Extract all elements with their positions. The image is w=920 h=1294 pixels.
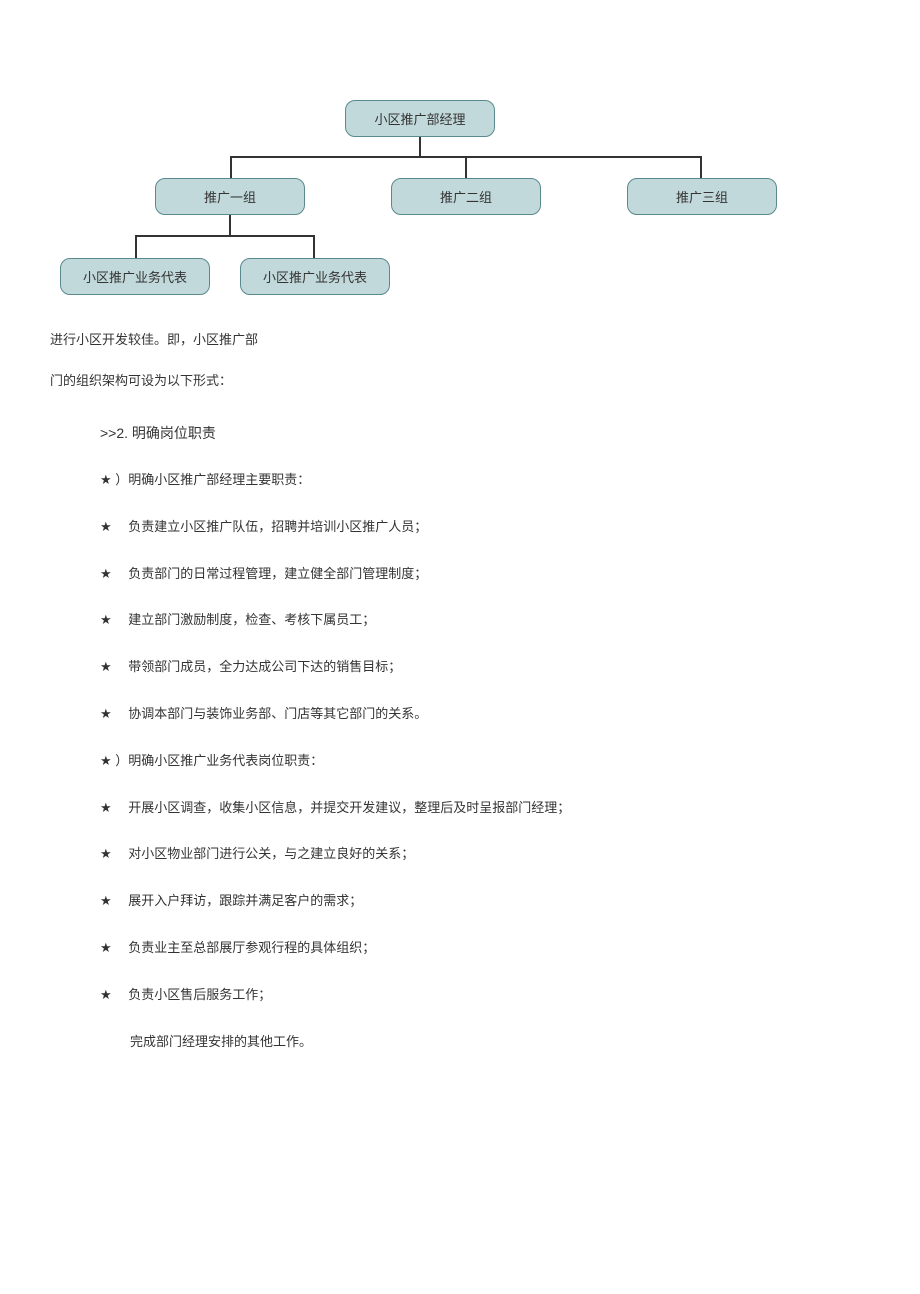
bullet-text: 建立部门激励制度，检查、考核下属员工； [115, 610, 375, 631]
bullet-item: ★ 协调本部门与装饰业务部、门店等其它部门的关系。 [100, 704, 870, 725]
bullet-item: ★ ）明确小区推广业务代表岗位职责： [100, 751, 870, 772]
bullet-text: ）明确小区推广业务代表岗位职责： [115, 751, 323, 772]
bullet-item: ★ 负责小区售后服务工作； [100, 985, 870, 1006]
star-icon: ★ [100, 519, 112, 534]
heading-text: 明确岗位职责 [132, 425, 216, 441]
org-node-group3: 推广三组 [627, 178, 777, 215]
bullet-item: ★ 负责业主至总部展厅参观行程的具体组织； [100, 938, 870, 959]
bullet-item: ★ ）明确小区推广部经理主要职责： [100, 470, 870, 491]
body-text: 进行小区开发较佳。即，小区推广部 门的组织架构可设为以下形式： >>2. 明确岗… [50, 330, 870, 1052]
bullet-item: ★ 负责部门的日常过程管理，建立健全部门管理制度； [100, 564, 870, 585]
star-icon: ★ [100, 940, 112, 955]
bullet-text: 展开入户拜访，跟踪并满足客户的需求； [115, 891, 362, 912]
connector [135, 235, 137, 258]
bullet-text: ）明确小区推广部经理主要职责： [115, 470, 310, 491]
bullet-text: 协调本部门与装饰业务部、门店等其它部门的关系。 [115, 704, 427, 725]
star-icon: ★ [100, 893, 112, 908]
org-node-group1: 推广一组 [155, 178, 305, 215]
connector [135, 235, 315, 237]
star-icon: ★ [100, 800, 112, 815]
bullet-text: 负责业主至总部展厅参观行程的具体组织； [115, 938, 375, 959]
star-icon: ★ [100, 472, 112, 487]
bullet-item: ★ 建立部门激励制度，检查、考核下属员工； [100, 610, 870, 631]
bullet-item: ★ 对小区物业部门进行公关，与之建立良好的关系； [100, 844, 870, 865]
connector [465, 156, 467, 178]
org-node-leaf1: 小区推广业务代表 [60, 258, 210, 295]
bullet-text: 对小区物业部门进行公关，与之建立良好的关系； [115, 844, 414, 865]
org-node-leaf2: 小区推广业务代表 [240, 258, 390, 295]
star-icon: ★ [100, 659, 112, 674]
bullet-text: 负责建立小区推广队伍，招聘并培训小区推广人员； [115, 517, 427, 538]
heading-marker: >>2. [100, 425, 128, 441]
bullet-text: 负责小区售后服务工作； [115, 985, 271, 1006]
star-icon: ★ [100, 566, 112, 581]
org-node-group2: 推广二组 [391, 178, 541, 215]
paragraph: 门的组织架构可设为以下形式： [50, 371, 870, 392]
connector [230, 156, 232, 178]
connector [700, 156, 702, 178]
bullet-text: 开展小区调查，收集小区信息，并提交开发建议，整理后及时呈报部门经理； [115, 798, 570, 819]
section-heading: >>2. 明确岗位职责 [100, 422, 870, 444]
star-icon: ★ [100, 706, 112, 721]
connector [313, 235, 315, 258]
star-icon: ★ [100, 612, 112, 627]
bullet-item: ★ 负责建立小区推广队伍，招聘并培训小区推广人员； [100, 517, 870, 538]
org-node-root: 小区推广部经理 [345, 100, 495, 137]
document-page: 小区推广部经理 推广一组 推广二组 推广三组 小区推广业务代表 小区推广业务代表… [0, 100, 920, 1132]
bullet-item: ★ 展开入户拜访，跟踪并满足客户的需求； [100, 891, 870, 912]
bullet-text: 带领部门成员，全力达成公司下达的销售目标； [115, 657, 401, 678]
star-icon: ★ [100, 987, 112, 1002]
star-icon: ★ [100, 753, 112, 768]
bullet-item: ★ 带领部门成员，全力达成公司下达的销售目标； [100, 657, 870, 678]
paragraph: 进行小区开发较佳。即，小区推广部 [50, 330, 870, 351]
org-chart: 小区推广部经理 推广一组 推广二组 推广三组 小区推广业务代表 小区推广业务代表 [50, 100, 870, 320]
bullet-item: ★ 开展小区调查，收集小区信息，并提交开发建议，整理后及时呈报部门经理； [100, 798, 870, 819]
final-paragraph: 完成部门经理安排的其他工作。 [130, 1032, 870, 1053]
bullet-text: 负责部门的日常过程管理，建立健全部门管理制度； [115, 564, 427, 585]
star-icon: ★ [100, 846, 112, 861]
